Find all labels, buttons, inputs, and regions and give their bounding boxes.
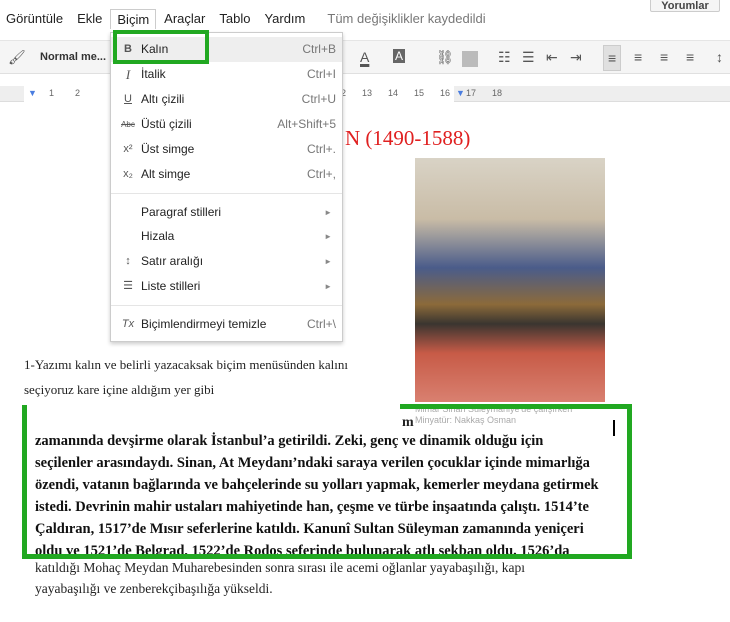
menu-separator (111, 193, 342, 194)
save-status: Tüm değişiklikler kaydedildi (327, 11, 486, 26)
align-left-icon[interactable]: ≡ (603, 45, 622, 71)
ruler-tick: 13 (362, 88, 373, 98)
justify-icon[interactable]: ≡ (686, 49, 694, 65)
menu-item-clear-formatting[interactable]: Tx Biçimlendirmeyi temizle Ctrl+\ (111, 312, 342, 337)
ruler-tick: 16 (440, 88, 451, 98)
menu-separator (111, 305, 342, 306)
menu-label: Üst simge (141, 142, 195, 156)
menu-shortcut: Ctrl+, (306, 167, 336, 181)
menu-item-subscript[interactable]: x₂ Alt simge Ctrl+, (111, 162, 342, 187)
menu-label: Liste stilleri (141, 279, 201, 293)
right-indent-marker[interactable]: ▼ (456, 88, 465, 98)
subscript-icon: x₂ (123, 168, 133, 180)
menu-bar: Görüntüle Ekle Biçim Araçlar Tablo Yardı… (0, 9, 486, 29)
instruction-note: 1-Yazımı kalın ve belirli yazacaksak biç… (24, 352, 404, 402)
menu-tools[interactable]: Araçlar (158, 9, 211, 29)
menu-format[interactable]: Biçim (110, 9, 157, 29)
menu-table[interactable]: Tablo (213, 9, 256, 29)
ruler-tick: 2 (75, 88, 81, 98)
menu-label: Alt simge (141, 167, 191, 181)
menu-label: Hizala (141, 229, 175, 243)
clear-formatting-icon: Tx (121, 318, 135, 330)
text-line: yayabaşılığı ve zenberekçibaşılığa yükse… (35, 581, 273, 596)
note-line: seçiyoruz kare içine aldığım yer gibi (24, 382, 215, 397)
line-spacing-icon[interactable]: ↕ (716, 49, 723, 65)
image-icon[interactable] (462, 51, 478, 67)
menu-label: Paragraf stilleri (141, 205, 222, 219)
ruler-tick: 17 (466, 88, 477, 98)
format-menu: B Kalın Ctrl+B I İtalik Ctrl+I U Altı çizili C… (110, 32, 343, 342)
comments-button[interactable]: Yorumlar (650, 0, 720, 12)
bulleted-list-icon[interactable]: ☰ (522, 49, 535, 66)
menu-insert[interactable]: Ekle (71, 9, 108, 29)
list-icon: ☰ (123, 280, 133, 292)
submenu-arrow-icon: ► (324, 257, 332, 266)
strikethrough-icon: Abc (121, 120, 135, 129)
menu-item-italic[interactable]: I İtalik Ctrl+I (111, 62, 342, 87)
note-line: 1-Yazımı kalın ve belirli yazacaksak biç… (24, 357, 348, 372)
link-icon[interactable]: ⛓ (436, 49, 454, 66)
italic-icon: I (125, 67, 131, 82)
style-select[interactable]: Normal me... (40, 51, 106, 63)
submenu-arrow-icon: ► (324, 282, 332, 291)
menu-item-list-styles[interactable]: ☰ Liste stilleri ► (111, 274, 342, 299)
menu-label: Biçimlendirmeyi temizle (141, 317, 267, 331)
paint-format-icon[interactable]: 🖌 (8, 49, 26, 66)
menu-item-align[interactable]: Hizala ► (111, 224, 342, 249)
text-cursor (613, 420, 615, 436)
submenu-arrow-icon: ► (324, 232, 332, 241)
highlight-color-button[interactable]: A (393, 49, 406, 63)
normal-paragraph[interactable]: katıldığı Mohaç Meydan Muharebesinden so… (35, 557, 635, 599)
underline-icon: U (124, 93, 132, 105)
ruler-tick: 14 (388, 88, 399, 98)
miniature-image[interactable] (415, 158, 605, 402)
menu-shortcut: Ctrl+I (306, 67, 336, 81)
increase-indent-icon[interactable]: ⇥ (570, 49, 582, 66)
menu-help[interactable]: Yardım (258, 9, 311, 29)
menu-item-paragraph-styles[interactable]: Paragraf stilleri ► (111, 200, 342, 225)
ruler-tick: 15 (414, 88, 425, 98)
left-indent-marker[interactable]: ▼ (28, 88, 37, 98)
numbered-list-icon[interactable]: ☷ (498, 49, 511, 66)
submenu-arrow-icon: ► (324, 208, 332, 217)
line-spacing-icon: ↕ (125, 255, 131, 267)
menu-shortcut: Alt+Shift+5 (277, 117, 336, 131)
menu-label: Üstü çizili (141, 117, 192, 131)
menu-label: İtalik (141, 67, 166, 81)
align-right-icon[interactable]: ≡ (660, 49, 668, 65)
menu-shortcut: Ctrl+B (302, 42, 336, 56)
superscript-icon: x² (123, 143, 133, 155)
text-color-button[interactable]: A (360, 49, 369, 65)
menu-view[interactable]: Görüntüle (0, 9, 69, 29)
menu-item-underline[interactable]: U Altı çizili Ctrl+U (111, 87, 342, 112)
ruler-tick: 18 (492, 88, 503, 98)
menu-shortcut: Ctrl+U (301, 92, 336, 106)
menu-label: Satır aralığı (141, 254, 204, 268)
ruler-tick: 1 (49, 88, 55, 98)
highlight-box (22, 405, 632, 559)
menu-item-line-spacing[interactable]: ↕ Satır aralığı ► (111, 249, 342, 274)
bold-item-highlight-box (113, 30, 209, 64)
menu-item-strikethrough[interactable]: Abc Üstü çizili Alt+Shift+5 (111, 112, 342, 137)
menu-label: Altı çizili (141, 92, 185, 106)
document-title-fragment: N (1490-1588) (345, 126, 471, 150)
decrease-indent-icon[interactable]: ⇤ (546, 49, 558, 66)
menu-shortcut: Ctrl+\ (306, 317, 336, 331)
align-center-icon[interactable]: ≡ (634, 49, 642, 65)
menu-shortcut: Ctrl+. (306, 142, 336, 156)
menu-item-superscript[interactable]: x² Üst simge Ctrl+. (111, 137, 342, 162)
